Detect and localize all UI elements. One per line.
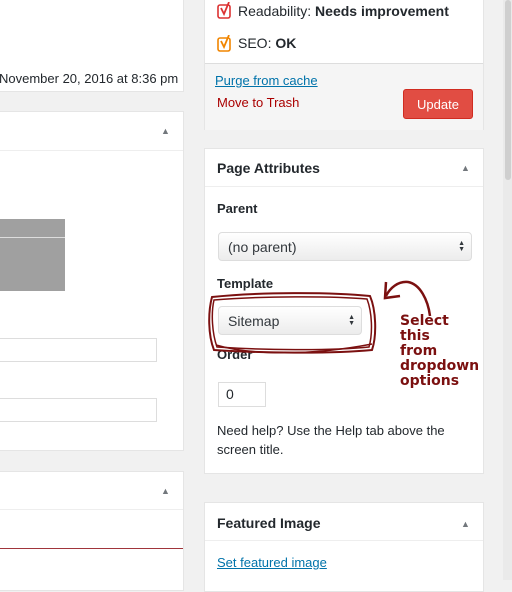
annotation-circle-and-arrow (208, 280, 432, 354)
annotation-line: dropdown (400, 358, 480, 374)
annotation-line: from (400, 343, 438, 359)
annotation-text: Select this from dropdown options (400, 314, 479, 389)
annotation-line: this (400, 328, 430, 344)
annotation-line: options (400, 373, 460, 389)
annotation-line: Select (400, 313, 449, 329)
